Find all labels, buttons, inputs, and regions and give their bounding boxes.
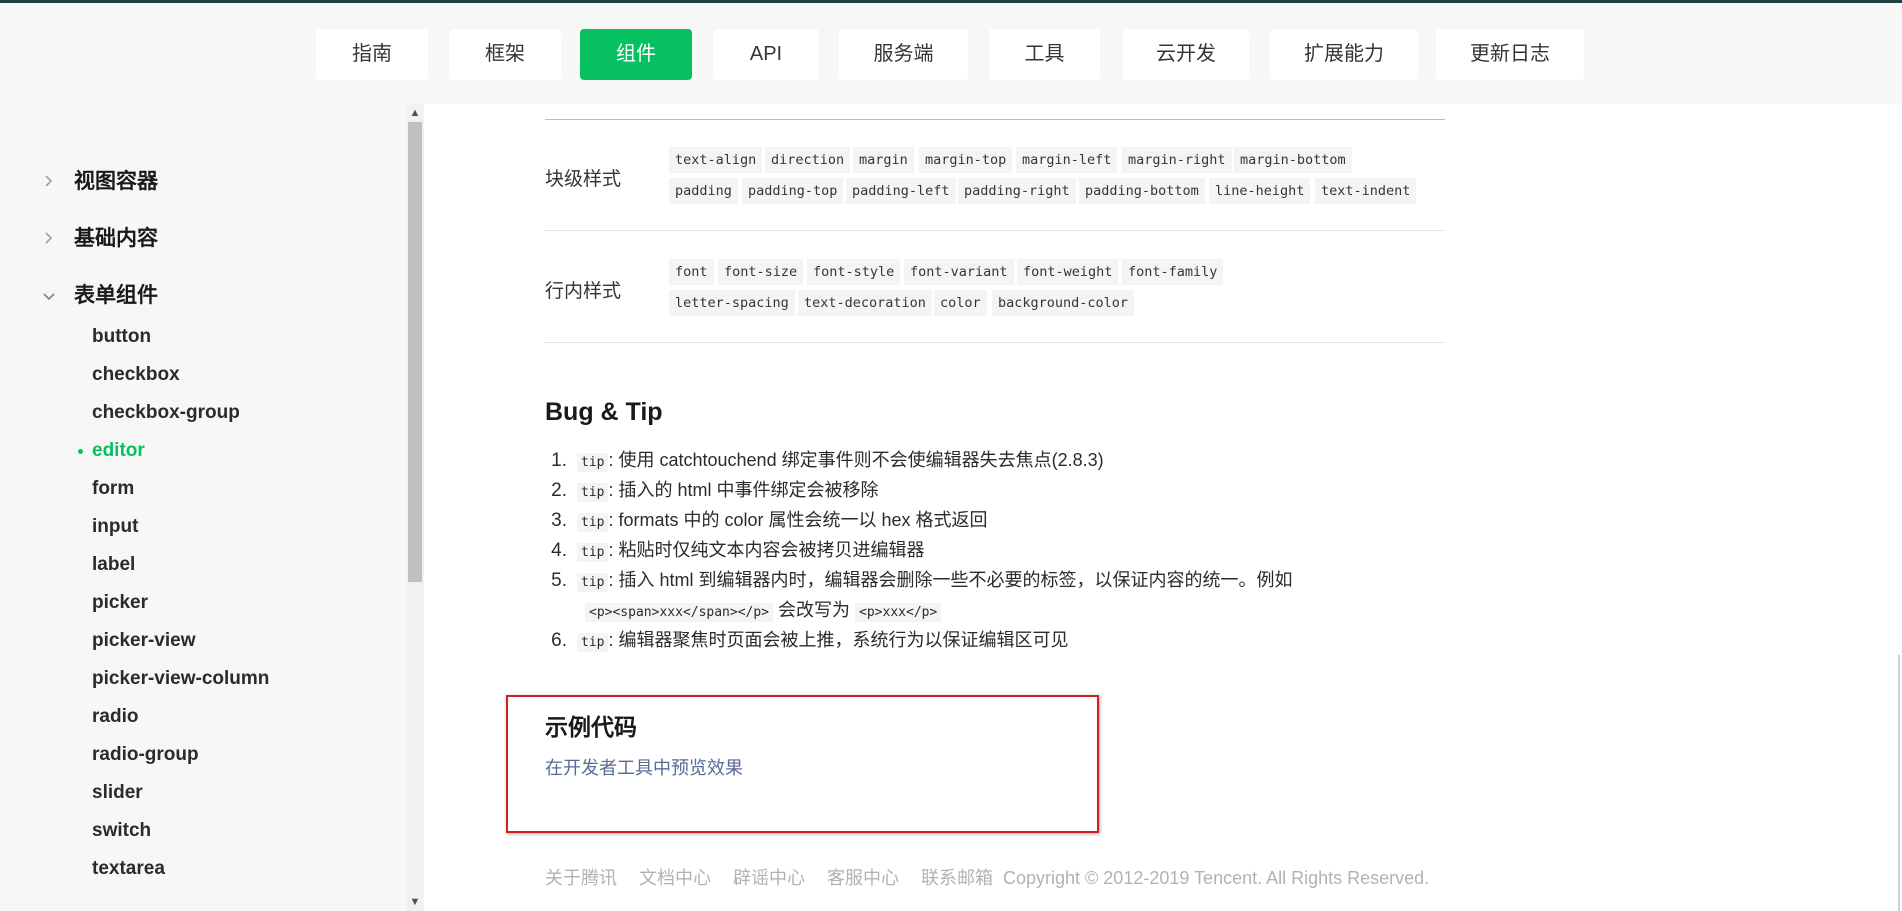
style-tag: margin-left: [1016, 147, 1118, 173]
footer: 关于腾讯 文档中心 辟谣中心 客服中心 联系邮箱 Copyright © 2012-201…: [545, 864, 1429, 890]
sidebar-group-label: 基础内容: [74, 227, 158, 250]
table-divider: [545, 230, 1445, 231]
inline-styles-label: 行内样式: [545, 281, 622, 302]
scroll-up-arrow-icon[interactable]: ▲: [406, 104, 424, 122]
nav-item-api[interactable]: API: [713, 29, 819, 80]
sidebar-item-radio-group[interactable]: radio-group: [92, 743, 199, 767]
sidebar-item-label[interactable]: label: [92, 553, 135, 577]
footer-link-support[interactable]: 客服中心: [827, 868, 899, 888]
sidebar-item-form[interactable]: form: [92, 477, 134, 501]
style-tag: font-style: [807, 259, 901, 285]
sidebar-group-view-containers[interactable]: 视图容器: [0, 166, 406, 206]
chevron-right-icon: [42, 231, 56, 245]
style-tag: letter-spacing: [669, 290, 795, 316]
sidebar-group-label: 表单组件: [74, 284, 158, 307]
style-tag: font-weight: [1017, 259, 1119, 285]
table-divider: [545, 119, 1445, 120]
chevron-down-icon: [42, 290, 56, 304]
copyright-text: Copyright © 2012-2019 Tencent. All Right…: [1003, 868, 1430, 888]
tip-code-tag: tip: [577, 543, 609, 562]
tip-code-tag: tip: [577, 483, 609, 502]
main-nav: 指南 框架 组件 API 服务端 工具 云开发 扩展能力 更新日志: [0, 29, 1902, 80]
sidebar-scrollbar[interactable]: ▲ ▼: [406, 104, 424, 911]
style-tag: font-size: [718, 259, 804, 285]
style-tag: text-align: [669, 147, 763, 173]
sidebar-item-picker-view-column[interactable]: picker-view-column: [92, 667, 269, 691]
style-tag: margin-bottom: [1234, 147, 1352, 173]
nav-item-framework[interactable]: 框架: [449, 29, 561, 80]
style-tag: margin-right: [1122, 147, 1232, 173]
style-tag: padding-left: [846, 178, 956, 204]
nav-item-extensions[interactable]: 扩展能力: [1270, 29, 1418, 80]
list-item: 2. tip: 插入的 html 中事件绑定会被移除: [551, 480, 879, 502]
style-tag: padding-right: [958, 178, 1076, 204]
scroll-down-arrow-icon[interactable]: ▼: [406, 893, 424, 911]
style-tag: margin: [853, 147, 914, 173]
list-item: 5. tip: 插入 html 到编辑器内时，编辑器会删除一些不必要的标签，以保证…: [551, 570, 1293, 592]
nav-item-server[interactable]: 服务端: [839, 29, 968, 80]
sidebar-item-checkbox-group[interactable]: checkbox-group: [92, 401, 240, 425]
code-snippet: <p><span>xxx</span></p>: [585, 603, 774, 622]
style-tag: padding: [669, 178, 738, 204]
style-tag: font-variant: [904, 259, 1014, 285]
sidebar-group-label: 视图容器: [74, 170, 158, 193]
tip-code-tag: tip: [577, 573, 609, 592]
style-tag: text-indent: [1315, 178, 1417, 204]
style-tag: direction: [765, 147, 851, 173]
nav-item-guide[interactable]: 指南: [316, 29, 428, 80]
nav-item-components[interactable]: 组件: [580, 29, 692, 80]
sidebar-item-switch[interactable]: switch: [92, 819, 151, 843]
style-tag: padding-top: [742, 178, 844, 204]
tip-code-tag: tip: [577, 633, 609, 652]
sidebar-item-radio[interactable]: radio: [92, 705, 138, 729]
tip-code-tag: tip: [577, 453, 609, 472]
sidebar-item-input[interactable]: input: [92, 515, 138, 539]
example-code-heading: 示例代码: [545, 714, 637, 740]
footer-link-docs[interactable]: 文档中心: [639, 868, 711, 888]
chevron-right-icon: [42, 174, 56, 188]
preview-in-devtools-link[interactable]: 在开发者工具中预览效果: [545, 754, 743, 780]
scrollbar-thumb[interactable]: [408, 122, 422, 582]
sidebar-item-button[interactable]: button: [92, 325, 151, 349]
sidebar-item-editor[interactable]: editor: [78, 439, 145, 463]
list-item: 4. tip: 粘贴时仅纯文本内容会被拷贝进编辑器: [551, 540, 925, 562]
footer-link-about[interactable]: 关于腾讯: [545, 868, 617, 888]
page-scrollbar-edge: [1898, 655, 1900, 911]
bug-tip-heading: Bug & Tip: [545, 398, 663, 426]
tip-code-tag: tip: [577, 513, 609, 532]
style-tag: color: [934, 290, 987, 316]
style-tag: font-family: [1122, 259, 1224, 285]
nav-item-cloud[interactable]: 云开发: [1123, 29, 1249, 80]
table-divider: [545, 342, 1445, 343]
style-tag: padding-bottom: [1079, 178, 1205, 204]
list-item: 6. tip: 编辑器聚焦时页面会被上推，系统行为以保证编辑区可见: [551, 630, 1069, 652]
style-tag: margin-top: [919, 147, 1013, 173]
sidebar-item-picker-view[interactable]: picker-view: [92, 629, 196, 653]
sidebar-item-textarea[interactable]: textarea: [92, 857, 165, 881]
sidebar-item-checkbox[interactable]: checkbox: [92, 363, 180, 387]
sidebar: 视图容器 基础内容 表单组件 button checkbox checkbox-…: [0, 104, 406, 911]
list-item: 3. tip: formats 中的 color 属性会统一以 hex 格式返回: [551, 510, 988, 532]
sidebar-item-slider[interactable]: slider: [92, 781, 143, 805]
nav-item-tools[interactable]: 工具: [989, 29, 1100, 80]
top-navigation-bar: 指南 框架 组件 API 服务端 工具 云开发 扩展能力 更新日志: [0, 0, 1902, 104]
active-indicator-dot: [78, 449, 83, 454]
style-tag: background-color: [992, 290, 1135, 316]
style-tag: line-height: [1209, 178, 1311, 204]
sidebar-group-basic-content[interactable]: 基础内容: [0, 223, 406, 263]
nav-item-changelog[interactable]: 更新日志: [1436, 29, 1584, 80]
list-item-continuation: <p><span>xxx</span></p> 会改写为 <p>xxx</p>: [585, 595, 942, 625]
list-item: 1. tip: 使用 catchtouchend 绑定事件则不会使编辑器失去焦点(…: [551, 450, 1104, 472]
footer-link-rumor[interactable]: 辟谣中心: [733, 868, 805, 888]
sidebar-item-picker[interactable]: picker: [92, 591, 148, 615]
code-snippet: <p>xxx</p>: [855, 603, 942, 622]
sidebar-item-label: editor: [92, 440, 145, 461]
footer-link-contact[interactable]: 联系邮箱: [921, 868, 993, 888]
style-tag: text-decoration: [798, 290, 932, 316]
style-tag: font: [669, 259, 714, 285]
block-styles-label: 块级样式: [545, 169, 622, 190]
sidebar-group-form-components[interactable]: 表单组件: [0, 280, 406, 320]
